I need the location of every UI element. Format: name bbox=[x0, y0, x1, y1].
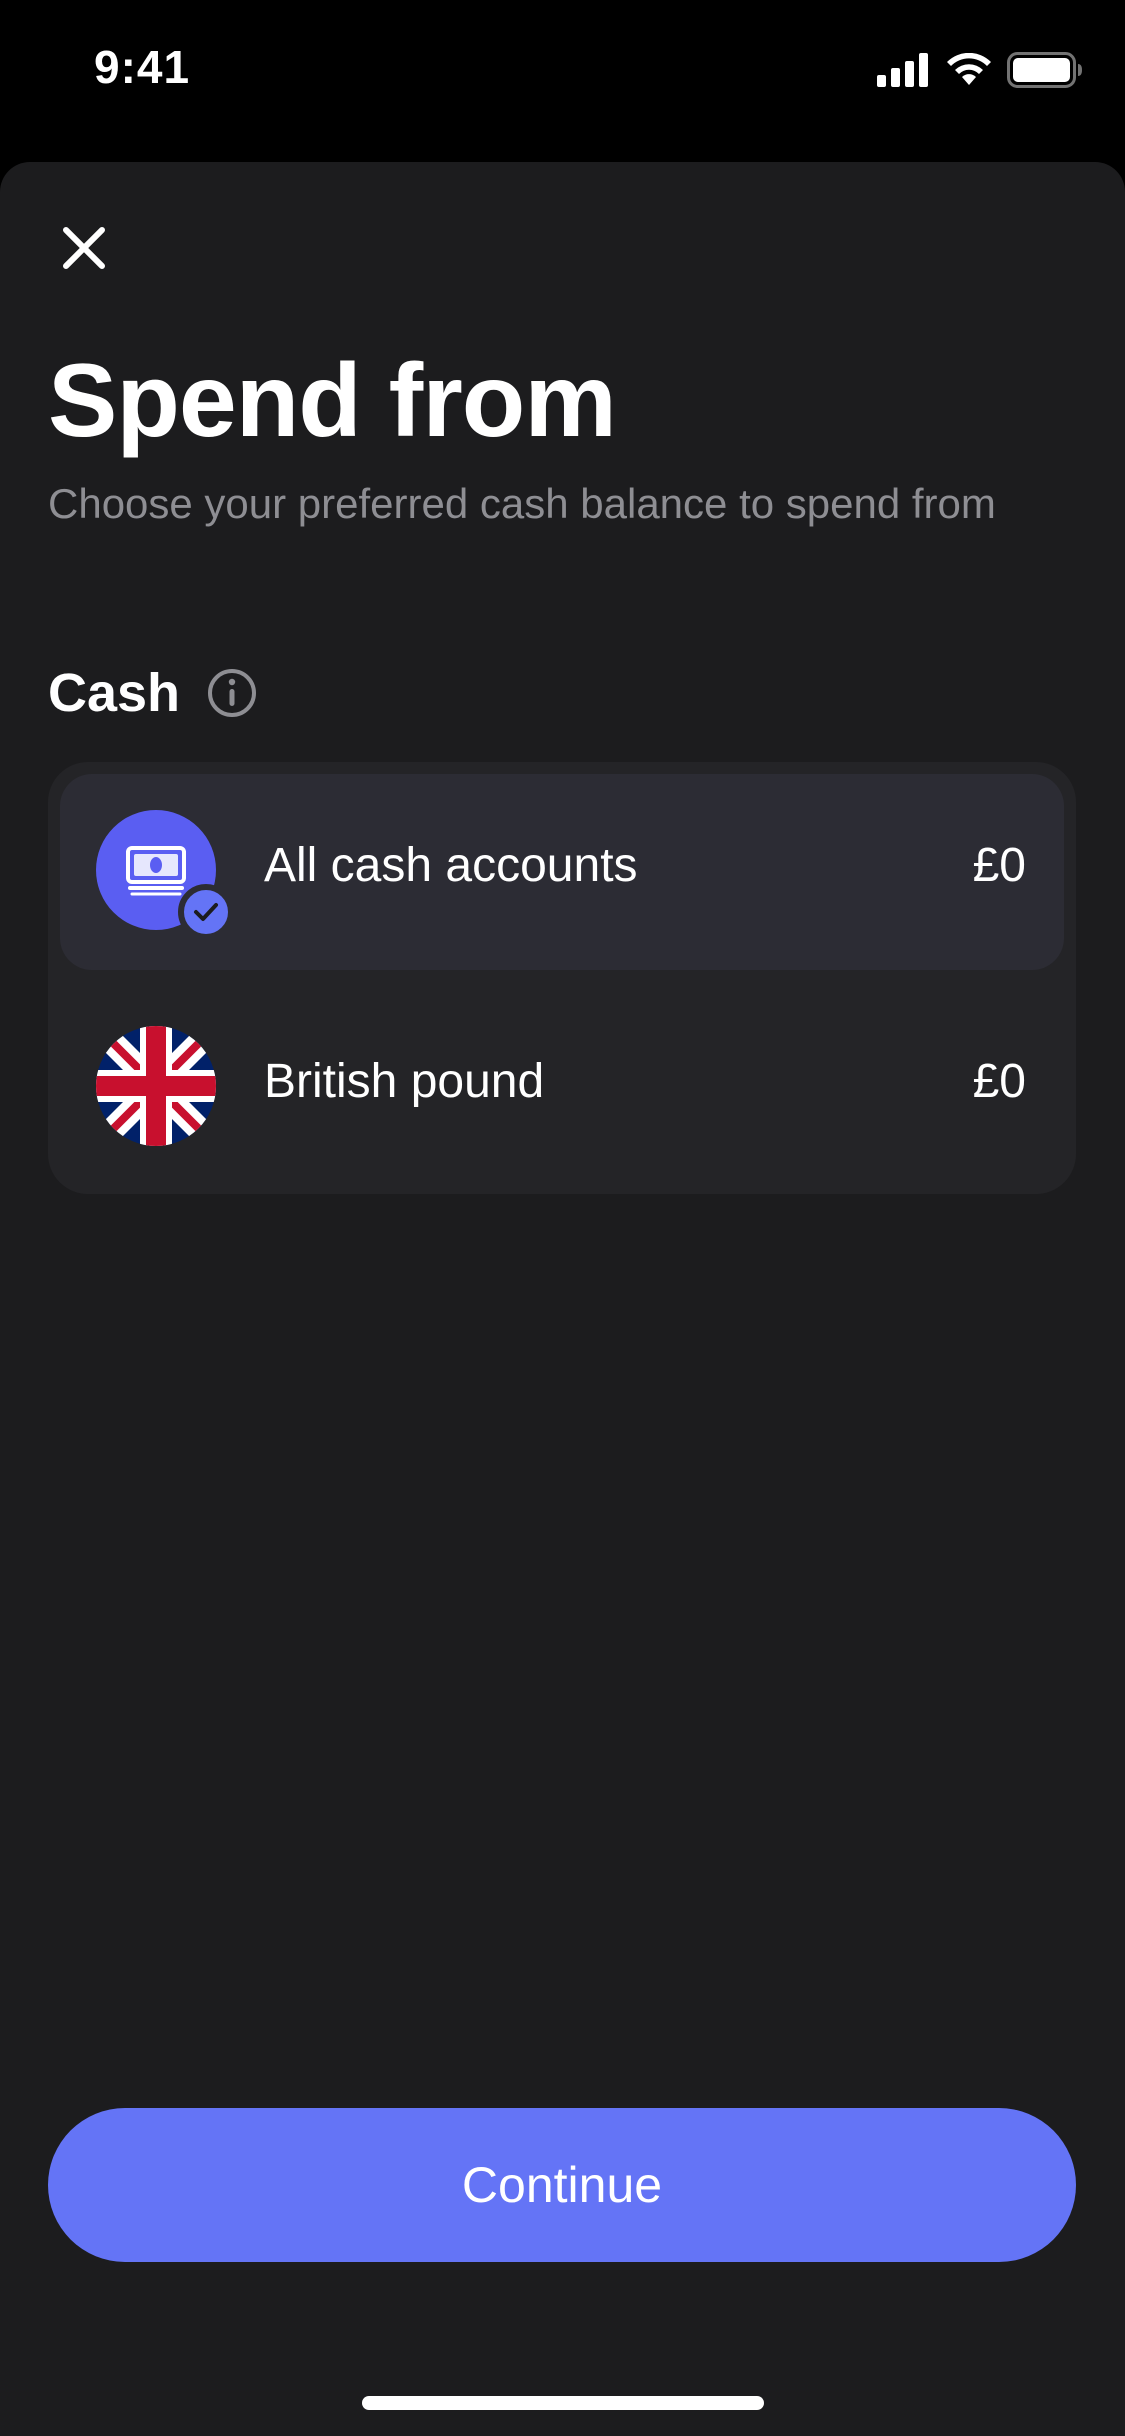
uk-flag-icon bbox=[96, 1026, 216, 1146]
cash-options-list: All cash accounts £0 British pound £0 bbox=[48, 762, 1076, 1194]
cellular-signal-icon bbox=[877, 53, 931, 92]
page-subtitle: Choose your preferred cash balance to sp… bbox=[48, 480, 996, 527]
section-header-cash: Cash bbox=[48, 662, 258, 724]
option-balance: £0 bbox=[972, 839, 1026, 892]
page-title: Spend from bbox=[48, 343, 617, 459]
option-balance: £0 bbox=[972, 1055, 1026, 1108]
status-bar: 9:41 bbox=[0, 0, 1125, 140]
continue-button-label: Continue bbox=[461, 2157, 663, 2213]
close-icon bbox=[62, 226, 106, 275]
close-button[interactable] bbox=[48, 214, 120, 286]
wifi-icon bbox=[945, 52, 993, 92]
option-british-pound[interactable]: British pound £0 bbox=[60, 990, 1064, 1186]
home-indicator bbox=[362, 2396, 764, 2410]
option-label: British pound bbox=[264, 1055, 545, 1108]
section-label: Cash bbox=[48, 663, 181, 723]
option-all-cash-accounts[interactable]: All cash accounts £0 bbox=[60, 774, 1064, 970]
status-icons bbox=[877, 52, 1083, 93]
continue-button[interactable]: Continue bbox=[48, 2108, 1076, 2262]
bottom-sheet: Spend from Choose your preferred cash ba… bbox=[0, 162, 1125, 2436]
selected-check-icon bbox=[178, 884, 234, 940]
info-icon[interactable] bbox=[206, 667, 258, 719]
status-time: 9:41 bbox=[94, 41, 191, 93]
option-label: All cash accounts bbox=[264, 839, 638, 892]
battery-icon bbox=[1007, 52, 1083, 93]
